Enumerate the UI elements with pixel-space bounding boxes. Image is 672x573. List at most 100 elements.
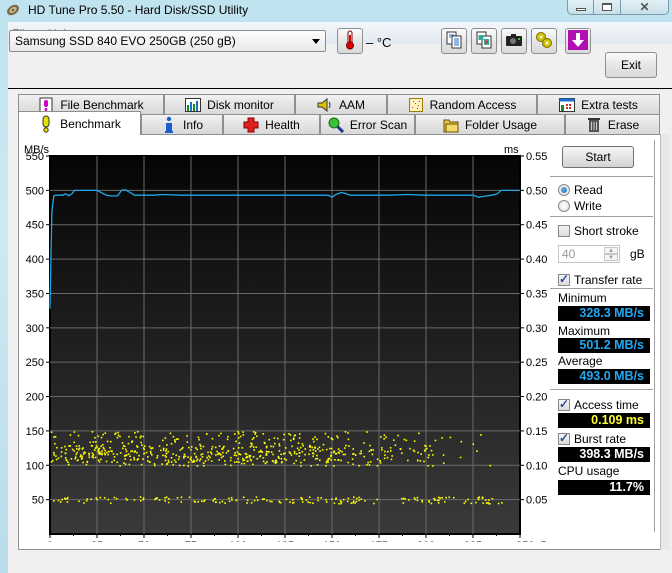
read-radio-button[interactable] xyxy=(558,184,570,196)
access-time-point xyxy=(255,496,258,498)
access-time-check[interactable] xyxy=(558,397,570,411)
tab-benchmark[interactable]: Benchmark xyxy=(18,111,141,135)
access-time-point xyxy=(290,454,293,456)
tab-health[interactable]: Health xyxy=(223,114,320,134)
tab-erase[interactable]: Erase xyxy=(565,114,660,134)
access-time-point xyxy=(351,458,354,460)
y-tick-label-left: 400 xyxy=(26,254,44,266)
transfer-rate-checkbox[interactable]: Transfer rate xyxy=(558,272,642,287)
short-stroke-check[interactable] xyxy=(558,225,570,237)
exit-button[interactable]: Exit xyxy=(605,52,657,78)
access-time-point xyxy=(211,445,214,448)
access-time-point xyxy=(215,454,217,456)
access-time-point xyxy=(270,451,273,453)
burst-rate-checkbox[interactable]: Burst rate xyxy=(558,431,626,446)
access-time-point xyxy=(183,464,185,467)
access-time-point xyxy=(239,435,242,438)
access-time-point xyxy=(472,443,475,445)
access-time-point xyxy=(97,449,100,452)
tab-disk-monitor[interactable]: Disk monitor xyxy=(164,94,295,114)
screenshot-button[interactable] xyxy=(501,28,527,54)
access-time-point xyxy=(489,464,492,467)
access-time-point xyxy=(369,461,372,463)
access-time-point xyxy=(338,502,340,505)
access-time-point xyxy=(238,461,240,463)
x-tick-label: 0 xyxy=(47,540,53,542)
average-label: Average xyxy=(558,354,603,368)
access-time-point xyxy=(252,436,255,439)
access-time-point xyxy=(482,502,484,504)
access-time-point xyxy=(316,464,319,466)
access-time-point xyxy=(309,449,312,452)
access-time-point xyxy=(240,462,243,465)
access-time-point xyxy=(207,451,209,454)
access-time-point xyxy=(162,454,164,457)
access-time-point xyxy=(236,451,239,453)
spin-down-icon[interactable]: ▼ xyxy=(604,254,618,261)
access-time-point xyxy=(380,436,382,438)
access-time-point xyxy=(352,448,355,450)
access-time-point xyxy=(333,465,335,467)
drive-select[interactable]: Samsung SSD 840 EVO 250GB (250 gB) xyxy=(9,30,326,52)
maximize-button[interactable] xyxy=(594,0,621,14)
read-radio[interactable]: Read xyxy=(558,183,603,197)
toolbar-divider xyxy=(8,88,672,89)
copy-text-button[interactable] xyxy=(441,28,467,54)
minimize-button[interactable] xyxy=(568,0,594,14)
tab-aam[interactable]: AAM xyxy=(295,94,387,114)
tab-random-access[interactable]: Random Access xyxy=(387,94,537,114)
access-time-point xyxy=(253,449,255,451)
access-time-point xyxy=(153,463,156,465)
access-time-point xyxy=(121,442,124,444)
access-time-point xyxy=(197,500,200,503)
access-time-point xyxy=(438,499,440,502)
close-button[interactable]: ✕ xyxy=(621,0,668,14)
access-time-point xyxy=(459,456,462,459)
update-button[interactable] xyxy=(565,28,591,54)
copy-image-button[interactable] xyxy=(471,28,497,54)
options-button[interactable] xyxy=(531,28,557,54)
tab-error-scan[interactable]: Error Scan xyxy=(320,114,415,134)
access-time-point xyxy=(103,497,106,499)
access-time-point xyxy=(135,436,137,438)
access-time-point xyxy=(147,456,149,458)
access-time-point xyxy=(174,441,177,443)
access-time-point xyxy=(421,501,424,503)
access-time-point xyxy=(165,496,168,499)
short-stroke-checkbox[interactable]: Short stroke xyxy=(558,224,639,238)
tab-extra-tests[interactable]: Extra tests xyxy=(537,94,660,114)
access-time-point xyxy=(81,457,83,460)
x-tick-label: 125 xyxy=(276,540,294,542)
access-time-point xyxy=(242,457,244,460)
access-time-checkbox[interactable]: Access time xyxy=(558,397,639,412)
access-time-point xyxy=(337,448,340,450)
access-time-point xyxy=(69,434,72,436)
tab-folder-usage[interactable]: Folder Usage xyxy=(415,114,565,134)
burst-rate-check[interactable] xyxy=(558,431,570,445)
access-time-point xyxy=(290,439,292,442)
access-time-point xyxy=(149,450,152,453)
access-time-point xyxy=(330,447,333,450)
tab-info[interactable]: Info xyxy=(141,114,223,134)
start-button[interactable]: Start xyxy=(562,146,634,168)
spin-up-icon[interactable]: ▲ xyxy=(604,247,618,254)
write-radio[interactable]: Write xyxy=(558,199,602,213)
access-time-point xyxy=(360,450,362,452)
access-time-point xyxy=(295,453,298,455)
access-time-point xyxy=(84,451,87,454)
access-time-point xyxy=(85,499,88,502)
short-stroke-spinner[interactable]: 40 ▲ ▼ xyxy=(558,245,620,263)
temperature-button[interactable] xyxy=(337,28,363,54)
transfer-rate-check[interactable] xyxy=(558,272,570,286)
access-time-point xyxy=(164,500,166,502)
access-time-point xyxy=(291,502,294,504)
access-time-point xyxy=(100,445,102,448)
y-tick-label-right: 0.05 xyxy=(526,495,547,507)
access-time-point xyxy=(363,442,365,444)
write-radio-button[interactable] xyxy=(558,200,570,212)
access-time-point xyxy=(57,499,60,502)
access-time-point xyxy=(73,431,76,433)
access-time-point xyxy=(161,439,164,442)
access-time-point xyxy=(325,501,328,503)
access-time-point xyxy=(413,440,416,442)
